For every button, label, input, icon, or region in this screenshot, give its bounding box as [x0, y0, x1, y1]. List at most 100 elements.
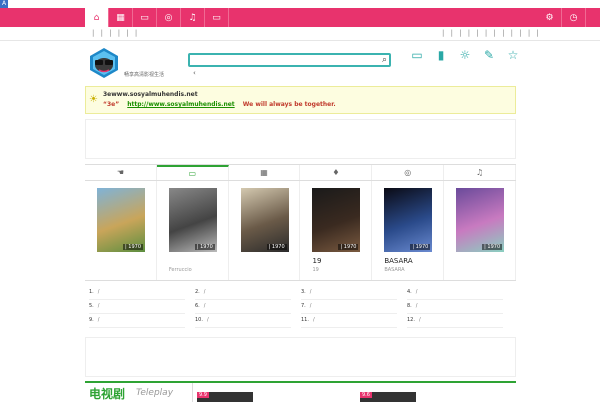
category-tabs: ☚ ▭ ▦ ♦ ◎ ♫	[85, 164, 516, 181]
section-title[interactable]: 电视剧	[89, 385, 125, 402]
ranking-item[interactable]: 10. /	[195, 315, 291, 328]
star-icon[interactable]: ☆	[506, 48, 520, 62]
tab-hot[interactable]: ☚	[85, 165, 157, 180]
notice-suffix: We will always be together.	[242, 101, 336, 108]
tab-tv[interactable]: ▭	[156, 165, 229, 180]
poster-image[interactable]: | 1970	[312, 188, 361, 252]
ranking-item[interactable]: 7. /	[301, 301, 397, 314]
ranking-item[interactable]: 5. /	[89, 301, 185, 314]
ranking-item[interactable]: 1. /	[89, 287, 185, 300]
tab-anime[interactable]: ◎	[372, 165, 445, 180]
tv-icon: ▭	[188, 169, 197, 178]
ranking-title[interactable]: /	[313, 317, 315, 323]
poster-image[interactable]: | 1970	[168, 188, 217, 252]
nav-tv-button[interactable]: ▭	[133, 8, 157, 27]
ranking-title[interactable]: /	[98, 289, 100, 295]
nav-home-button[interactable]: ⌂	[85, 8, 109, 27]
poster-image[interactable]: | 1970	[384, 188, 433, 252]
lightbulb-icon[interactable]: ☼	[458, 48, 472, 62]
poster-card[interactable]: | 1970	[85, 181, 157, 280]
sub-nav-left-links[interactable]: | | | | | |	[92, 29, 139, 37]
nav-disc-button[interactable]: ◎	[157, 8, 181, 27]
ranking-title[interactable]: /	[98, 303, 100, 309]
ad-slot-bottom	[85, 337, 516, 377]
tab-variety[interactable]: ♦	[300, 165, 373, 180]
ranking-title[interactable]: /	[204, 289, 206, 295]
film-icon: ▦	[260, 168, 268, 177]
ranking-item[interactable]: 4. /	[407, 287, 503, 300]
lightbulb-icon: ☀	[89, 94, 98, 105]
ranking-title[interactable]: /	[416, 303, 418, 309]
tv-icon[interactable]: ▭	[410, 48, 424, 62]
search-dropdown-caret[interactable]: ‹	[193, 69, 196, 77]
site-logo[interactable]	[88, 47, 120, 79]
settings-button[interactable]: ⚙	[538, 8, 562, 27]
poster-subtitle: 19	[312, 267, 319, 273]
sub-nav-right-links[interactable]: | | | | | | | | | | | |	[442, 29, 541, 37]
ranking-title[interactable]: /	[310, 289, 312, 295]
ranking-number: 12.	[407, 317, 415, 323]
mic-icon: ♦	[332, 168, 340, 177]
history-button[interactable]: ◷	[562, 8, 586, 27]
poster-grid: | 1970 | 1970 Ferruccio | 1970 | 1970 19…	[85, 181, 516, 281]
notice-link[interactable]: http://www.sosyalmuhendis.net	[127, 101, 234, 108]
ranking-number: 4.	[407, 289, 412, 295]
poster-title[interactable]: 19	[312, 257, 321, 265]
ranking-number: 11.	[301, 317, 309, 323]
search-icon[interactable]: ⌕	[382, 55, 387, 65]
music-icon: ♫	[188, 12, 197, 23]
teleplay-thumb[interactable]: 9.9	[197, 392, 253, 402]
ranking-title[interactable]: /	[207, 317, 209, 323]
teleplay-thumb[interactable]: 9.6	[360, 392, 416, 402]
poster-image[interactable]: | 1970	[97, 188, 145, 252]
tab-music[interactable]: ♫	[444, 165, 516, 180]
poster-image[interactable]: | 1970	[240, 188, 289, 252]
app-corner-icon: A	[0, 0, 8, 8]
poster-card[interactable]: | 1970 19 19	[300, 181, 373, 280]
gear-icon: ⚙	[545, 12, 554, 23]
poster-title[interactable]: BASARA	[384, 257, 412, 265]
ranking-item[interactable]: 6. /	[195, 301, 291, 314]
ranking-title[interactable]: /	[416, 289, 418, 295]
nav-music-button[interactable]: ♫	[181, 8, 205, 27]
nav-film-button[interactable]: ▦	[109, 8, 133, 27]
poster-image[interactable]: | 1970	[456, 188, 505, 252]
ranking-number: 10.	[195, 317, 203, 323]
ranking-number: 3.	[301, 289, 306, 295]
section-divider	[192, 383, 193, 402]
ranking-item[interactable]: 12. /	[407, 315, 503, 328]
disc-icon: ◎	[164, 12, 173, 23]
ranking-title[interactable]: /	[419, 317, 421, 323]
poster-card[interactable]: | 1970 BASARA BASARA	[372, 181, 445, 280]
poster-subtitle: Ferruccio	[168, 267, 192, 273]
tab-film[interactable]: ▦	[229, 165, 301, 180]
poster-year: | 1970	[338, 244, 359, 250]
poster-card[interactable]: | 1970 Ferruccio	[157, 181, 229, 280]
tv-icon: ▭	[140, 12, 149, 23]
ranking-number: 5.	[89, 303, 94, 309]
poster-year: | 1970	[194, 244, 215, 250]
ranking-item[interactable]: 8. /	[407, 301, 503, 314]
notice-banner: ☀ 3ewww.sosyalmuhendis.net “3e” http://w…	[85, 86, 516, 114]
poster-card[interactable]: | 1970	[444, 181, 516, 280]
ranking-item[interactable]: 11. /	[301, 315, 397, 328]
ranking-title[interactable]: /	[204, 303, 206, 309]
sub-nav-bar: | | | | | | | | | | | | | | | | | |	[0, 27, 600, 41]
ranking-list: 1. / 2. / 3. / 4. / 5. / 6. / 7. / 8. / 9. / 10. / 11. / 12. /	[85, 287, 516, 331]
teleplay-section: 电视剧 Teleplay 9.9 9.6	[85, 381, 516, 402]
ranking-item[interactable]: 2. /	[195, 287, 291, 300]
poster-card[interactable]: | 1970	[229, 181, 301, 280]
search-box: ⌕	[188, 53, 391, 74]
ranking-number: 8.	[407, 303, 412, 309]
search-input[interactable]	[193, 63, 373, 74]
nav-monitor-button[interactable]: ▭	[205, 8, 229, 27]
bar-chart-icon[interactable]: ▮	[434, 48, 448, 62]
ranking-title[interactable]: /	[310, 303, 312, 309]
pencil-icon[interactable]: ✎	[482, 48, 496, 62]
section-subtitle: Teleplay	[136, 388, 174, 398]
ranking-title[interactable]: /	[98, 317, 100, 323]
poster-year: | 1970	[123, 244, 143, 250]
ranking-item[interactable]: 9. /	[89, 315, 185, 328]
ranking-item[interactable]: 3. /	[301, 287, 397, 300]
ad-slot-top	[85, 119, 516, 159]
